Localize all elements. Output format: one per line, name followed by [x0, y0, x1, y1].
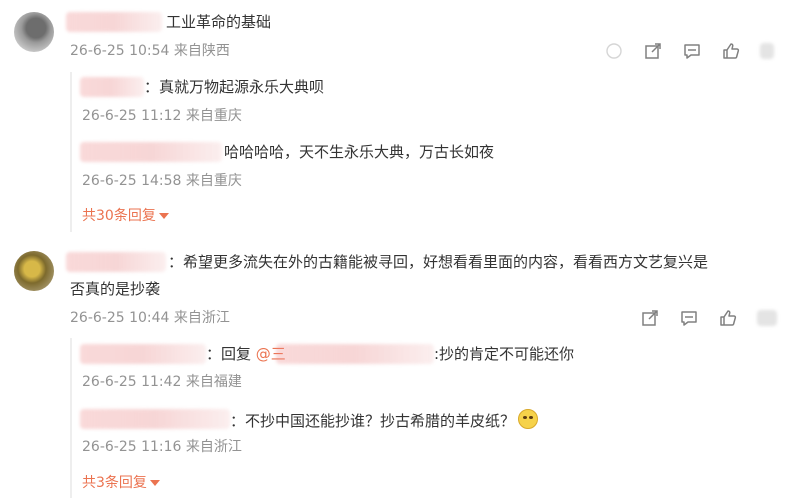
reply-meta: 26-6-25 11:16 来自浙江 — [82, 439, 242, 455]
avatar[interactable] — [14, 251, 54, 291]
thumb-up-icon[interactable] — [721, 41, 741, 61]
comment-meta: 26-6-25 10:44 来自浙江 — [70, 310, 230, 326]
circle-icon[interactable] — [604, 41, 624, 61]
reply-meta: 26-6-25 11:12 来自重庆 — [82, 108, 242, 124]
reply-text-continued: :抄的肯定不可能还你 — [434, 345, 575, 363]
comment-actions — [604, 41, 774, 61]
reply-divider — [70, 72, 72, 232]
reply-text: ：真就万物起源永乐大典呗 — [144, 78, 325, 96]
like-count-redacted — [760, 43, 774, 59]
share-icon[interactable] — [643, 41, 663, 61]
reply-text: 哈哈哈哈，天不生永乐大典，万古长如夜 — [224, 143, 495, 161]
reply-text: ：回复 @三 — [206, 345, 286, 363]
reply-meta: 26-6-25 11:42 来自福建 — [82, 374, 242, 390]
comment-text-continued: 否真的是抄袭 — [70, 280, 161, 298]
view-more-replies-button[interactable]: 共30条回复 — [82, 207, 169, 225]
username-redacted[interactable] — [80, 142, 222, 162]
comment-text: ：希望更多流失在外的古籍能被寻回，好想看看里面的内容，看看西方文艺复兴是 — [168, 253, 709, 271]
like-count-redacted — [757, 310, 777, 326]
comment-actions — [640, 308, 777, 328]
avatar[interactable] — [14, 12, 54, 52]
comment-text: 工业革命的基础 — [166, 13, 272, 31]
caret-down-icon — [158, 213, 169, 219]
reply-meta: 26-6-25 14:58 来自重庆 — [82, 173, 242, 189]
comment-icon[interactable] — [679, 308, 699, 328]
share-icon[interactable] — [640, 308, 660, 328]
view-more-replies-button[interactable]: 共3条回复 — [82, 474, 160, 492]
reply-divider — [70, 338, 72, 498]
caret-down-icon — [149, 480, 160, 486]
username-redacted[interactable] — [66, 252, 166, 272]
laughing-emoji-icon — [518, 409, 539, 429]
username-redacted[interactable] — [80, 344, 206, 364]
comment-icon[interactable] — [682, 41, 702, 61]
reply-text: ：不抄中国还能抄谁？抄古希腊的羊皮纸？ — [230, 409, 539, 431]
thumb-up-icon[interactable] — [718, 308, 738, 328]
username-redacted[interactable] — [66, 12, 162, 32]
comment-meta: 26-6-25 10:54 来自陕西 — [70, 43, 230, 59]
username-redacted[interactable] — [80, 409, 230, 429]
mention-redacted[interactable] — [276, 344, 434, 364]
comment-feed: 工业革命的基础 26-6-25 10:54 来自陕西 ：真就万物起源永乐大典呗 … — [0, 0, 791, 501]
username-redacted[interactable] — [80, 77, 144, 97]
